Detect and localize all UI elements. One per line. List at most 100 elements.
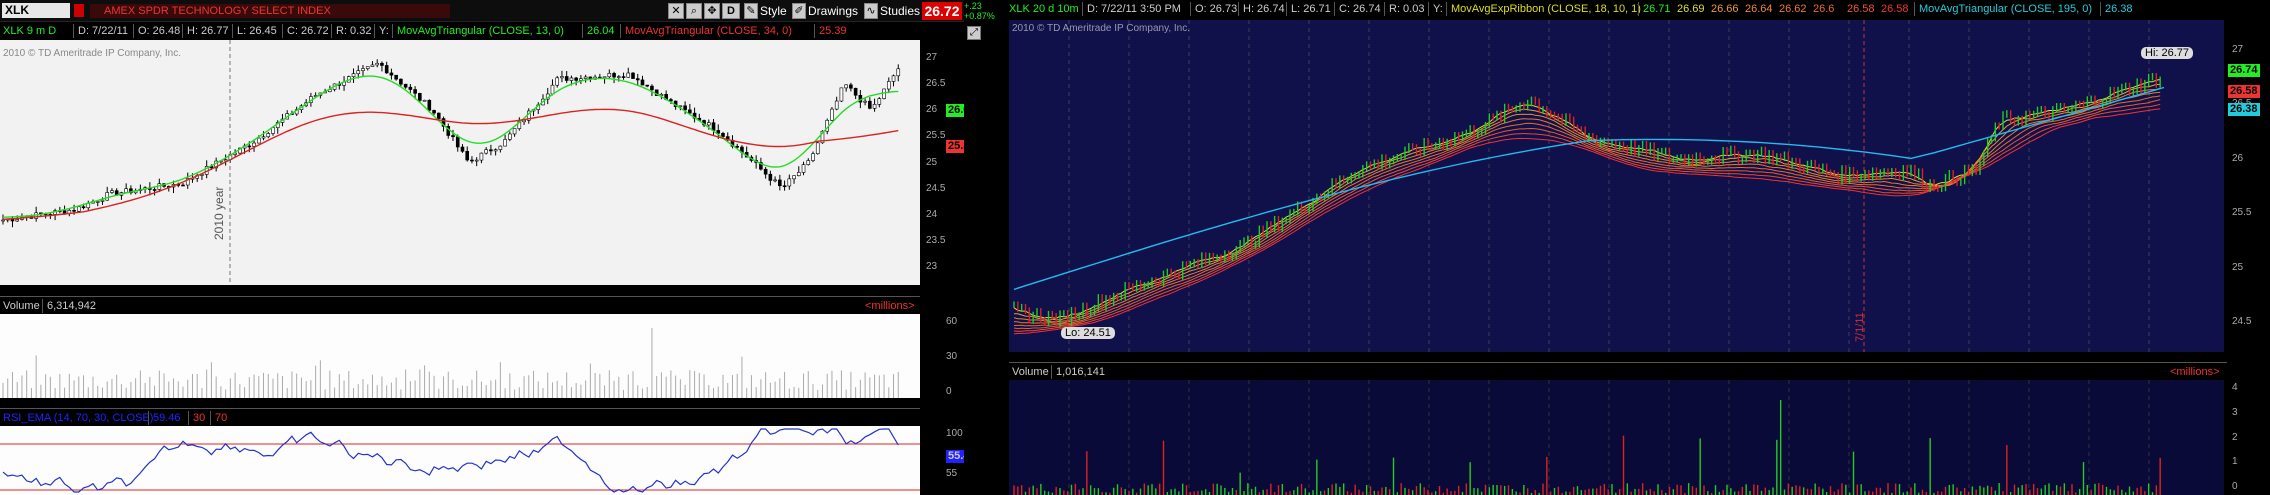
candle-body	[849, 84, 853, 89]
bar-open: O: 26.73	[1195, 3, 1238, 15]
panel-divider[interactable]	[996, 0, 1006, 495]
candle-body	[351, 73, 356, 77]
candle-body	[436, 112, 441, 119]
candle-body	[361, 68, 365, 71]
intraday-volume-pane[interactable]: Volume 1,016,141 <millions> 4 3 2 1 0	[1006, 362, 2270, 495]
candle-body	[252, 142, 256, 147]
candle-body	[635, 78, 640, 81]
candle-body	[602, 76, 607, 79]
candle-body	[110, 190, 114, 193]
candle-body	[683, 105, 687, 111]
candle-body	[427, 99, 432, 111]
candle-body	[621, 76, 626, 78]
candle-body	[152, 189, 157, 191]
bar-date: D: 7/22/11 3:50 PM	[1087, 3, 1181, 15]
candle-body	[782, 185, 787, 188]
pan-tool-icon[interactable]: ✥	[704, 3, 720, 19]
volume-label: Volume	[1012, 366, 1049, 378]
candle-body	[830, 108, 834, 121]
candle-body	[413, 89, 417, 94]
candle-body	[247, 145, 252, 148]
volume-units: <millions>	[865, 300, 915, 312]
price-axis-tick: 25.5	[2232, 207, 2252, 219]
bar-range: R: 0.32	[336, 25, 372, 37]
drawings-icon[interactable]: ✐	[792, 3, 806, 19]
candle-body	[522, 119, 526, 123]
price-axis-tick: 24	[926, 208, 938, 220]
candle-body	[380, 62, 384, 66]
candle-body	[550, 84, 555, 95]
price-axis-tick: 24.5	[926, 182, 946, 194]
copyright-notice: 2010 © TD Ameritrade IP Company, Inc.	[1012, 23, 1191, 34]
bar-close: C: 26.74	[1339, 3, 1381, 15]
rsi-line	[2, 428, 899, 493]
candle-body	[408, 86, 413, 90]
style-icon[interactable]: ✎	[744, 3, 758, 19]
style-button[interactable]: Style	[760, 3, 787, 19]
candle-body	[555, 77, 560, 86]
ribbon-study-name[interactable]: MovAvgExpRibbon (CLOSE, 18, 10, 1)	[1448, 2, 1644, 16]
price-axis-tick: 0	[2232, 481, 2238, 492]
bar-date: D: 7/22/11	[78, 25, 128, 37]
rsi-study-name[interactable]: RSI_EMA (14, 70, 30, CLOSE)	[0, 411, 156, 425]
symbol-input[interactable]: XLK	[2, 3, 70, 18]
study-ma34-name[interactable]: MovAvgTriangular (CLOSE, 34, 0)	[622, 24, 795, 38]
volume-units: <millions>	[2170, 366, 2220, 378]
price-plot[interactable]	[0, 40, 920, 285]
price-axis-tick: 2	[2232, 431, 2238, 443]
intraday-volume-plot[interactable]	[1009, 380, 2224, 495]
ribbon-value: 26.58	[1847, 3, 1875, 15]
study-ma13-name[interactable]: MovAvgTriangular (CLOSE, 13, 0)	[394, 24, 567, 38]
bar-low: L: 26.45	[237, 25, 277, 37]
price-axis-tick: 25.5	[926, 130, 946, 142]
zoom-tool-icon[interactable]: ⌕	[686, 3, 702, 19]
symbol-link-flag-icon[interactable]	[74, 4, 84, 17]
price-axis-tick: 1	[2232, 456, 2238, 468]
candle-body	[796, 172, 801, 176]
candle-body	[460, 146, 465, 152]
triangular-study-name[interactable]: MovAvgTriangular (CLOSE, 195, 0)	[1916, 2, 2095, 16]
candle-body	[886, 81, 891, 90]
candle-body	[508, 133, 512, 140]
candle-body	[569, 77, 574, 81]
volume-axis-tick: 30	[946, 351, 958, 362]
studies-icon[interactable]: ∿	[864, 3, 878, 19]
volume-axis-tick: 0	[946, 386, 952, 397]
candle-body	[261, 136, 266, 139]
bar-range: R: 0.03	[1389, 3, 1425, 15]
candle-body	[706, 122, 711, 126]
candle-body	[403, 83, 408, 88]
candle-body	[266, 133, 271, 138]
volume-pane[interactable]: Volume 6,314,942 <millions> 60 30 0	[0, 296, 964, 398]
candle-body	[432, 110, 436, 114]
intraday-price-pane[interactable]: 2010 © TD Ameritrade IP Company, Inc. Hi…	[1006, 17, 2270, 352]
chart-title-bar: XLK AMEX SPDR TECHNOLOGY SELECT INDEX ✕ …	[0, 0, 964, 22]
candle-body	[564, 76, 569, 81]
candle-body	[631, 72, 635, 79]
rsi-plot[interactable]	[0, 426, 920, 495]
studies-button[interactable]: Studies	[880, 3, 920, 19]
intraday-price-plot[interactable]	[1009, 20, 2224, 352]
date-marker-label: 7/1/11	[1854, 312, 1866, 342]
price-pane[interactable]: 2010 © TD Ameritrade IP Company, Inc. 20…	[0, 40, 978, 285]
study-ma13-value: 26.04	[587, 25, 615, 37]
low-marker-label: Lo: 24.51	[1061, 327, 1115, 339]
ribbon-value: 26.66	[1711, 3, 1739, 15]
candle-body	[489, 149, 493, 152]
drawings-button[interactable]: Drawings	[808, 3, 858, 19]
volume-plot[interactable]	[0, 314, 920, 398]
candle-body	[815, 142, 820, 154]
candle-body	[72, 210, 76, 212]
timeframe-button[interactable]: D	[722, 3, 740, 19]
price-axis-tick: 26	[926, 104, 938, 116]
candle-body	[479, 152, 484, 161]
rsi-pane[interactable]: RSI_EMA (14, 70, 30, CLOSE) 59.46 30 70 …	[0, 408, 978, 495]
crosshair-tool-icon[interactable]: ✕	[668, 3, 684, 19]
volume-value: 1,016,141	[1056, 366, 1105, 378]
candle-body	[607, 73, 612, 78]
maximize-icon[interactable]: ⤢	[967, 26, 981, 40]
candle-body	[498, 145, 503, 150]
candle-body	[574, 77, 578, 81]
rsi-value: 59.46	[153, 412, 181, 424]
candle-body	[688, 109, 692, 114]
